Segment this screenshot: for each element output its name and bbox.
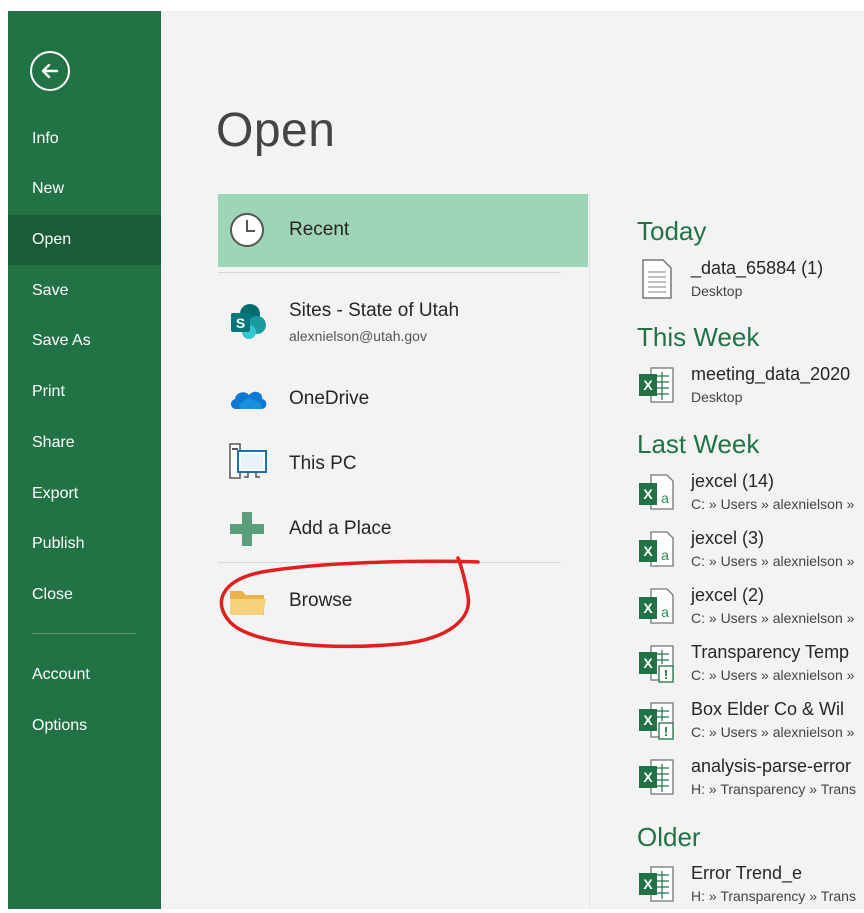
recent-file[interactable]: X Error Trend_e H: » Transparency » Tran… (637, 863, 864, 913)
nav-export[interactable]: Export (8, 469, 161, 519)
svg-text:a: a (661, 490, 669, 506)
excel-icon: X (637, 863, 679, 910)
svg-text:a: a (661, 547, 669, 563)
nav-options[interactable]: Options (8, 701, 161, 751)
nav-open[interactable]: Open (8, 215, 161, 265)
file-path: C: » Users » alexnielson » (691, 610, 855, 626)
nav-account[interactable]: Account (8, 650, 161, 700)
recent-file[interactable]: a X jexcel (14) C: » Users » alexnielson… (637, 471, 864, 521)
nav-save[interactable]: Save (8, 266, 161, 316)
file-path: C: » Users » alexnielson » (691, 496, 855, 512)
file-path: C: » Users » alexnielson » (691, 724, 855, 740)
divider (218, 272, 561, 273)
cloud-icon (228, 382, 268, 417)
file-name: meeting_data_2020 (691, 364, 851, 384)
recent-file[interactable]: _data_65884 (1) Desktop (637, 258, 864, 308)
svg-text:S: S (236, 315, 245, 331)
file-name: jexcel (3) (691, 528, 765, 548)
back-button[interactable] (30, 51, 70, 91)
file-path: H: » Transparency » Trans (691, 781, 856, 797)
location-label: Recent (289, 219, 350, 240)
excel-icon: X (637, 756, 679, 803)
divider (218, 562, 561, 563)
divider (589, 194, 590, 909)
svg-text:X: X (643, 712, 653, 728)
location-onedrive[interactable]: OneDrive (218, 376, 588, 421)
location-label: Sites - State of Utah (289, 300, 460, 321)
file-path: C: » Users » alexnielson » (691, 553, 855, 569)
recent-file[interactable]: X analysis-parse-error H: » Transparency… (637, 756, 864, 806)
recent-file[interactable]: X ! Transparency Temp C: » Users » alexn… (637, 642, 864, 692)
recent-file[interactable]: a X jexcel (3) C: » Users » alexnielson … (637, 528, 864, 578)
file-name: _data_65884 (1) (691, 258, 824, 278)
svg-text:X: X (643, 486, 653, 502)
excel-warning-icon: X ! (637, 699, 679, 746)
file-name: jexcel (2) (691, 585, 765, 605)
location-sites[interactable]: S Sites - State of Utah alexnielson@utah… (218, 296, 588, 356)
group-heading-last-week: Last Week (637, 429, 760, 459)
nav-publish[interactable]: Publish (8, 519, 161, 569)
text-file-icon (637, 258, 677, 305)
nav-share[interactable]: Share (8, 418, 161, 468)
file-name: Error Trend_e (691, 863, 803, 883)
location-browse[interactable]: Browse (218, 581, 588, 626)
excel-addin-icon: a X (637, 528, 679, 575)
location-label: Add a Place (289, 518, 392, 539)
location-account: alexnielson@utah.gov (289, 328, 427, 344)
excel-warning-icon: X ! (637, 642, 679, 689)
excel-addin-icon: a X (637, 471, 679, 518)
svg-text:X: X (643, 377, 653, 393)
excel-addin-icon: a X (637, 585, 679, 632)
nav-divider (32, 633, 136, 634)
location-label: This PC (289, 453, 357, 474)
location-label: Browse (289, 590, 353, 611)
page-title: Open (216, 104, 336, 157)
file-path: C: » Users » alexnielson » (691, 667, 855, 683)
svg-text:X: X (643, 769, 653, 785)
svg-text:!: ! (664, 724, 668, 739)
svg-text:X: X (643, 543, 653, 559)
excel-backstage-window: Info New Open Save Save As Print Share E… (0, 0, 864, 909)
file-name: jexcel (14) (691, 471, 775, 491)
open-pane: Open Recent S Sites - State of Utah alex… (161, 11, 864, 909)
nav-info[interactable]: Info (8, 114, 161, 164)
file-name: analysis-parse-error (691, 756, 852, 776)
clock-icon (228, 211, 266, 254)
location-label: OneDrive (289, 388, 370, 409)
excel-icon: X (637, 364, 679, 411)
location-this-pc[interactable]: This PC (218, 439, 588, 489)
group-heading-this-week: This Week (637, 322, 760, 352)
file-name: Transparency Temp (691, 642, 850, 662)
svg-text:!: ! (664, 667, 668, 682)
location-add-place[interactable]: Add a Place (218, 506, 588, 551)
location-recent[interactable]: Recent (218, 194, 588, 267)
nav-new[interactable]: New (8, 164, 161, 214)
backstage-sidebar: Info New Open Save Save As Print Share E… (8, 11, 161, 909)
nav-close[interactable]: Close (8, 570, 161, 620)
file-path: Desktop (691, 283, 743, 299)
folder-icon (228, 587, 268, 624)
group-heading-older: Older (637, 822, 701, 852)
nav-save-as[interactable]: Save As (8, 316, 161, 366)
svg-text:a: a (661, 604, 669, 620)
svg-text:X: X (643, 876, 653, 892)
computer-icon (228, 442, 270, 489)
svg-text:X: X (643, 600, 653, 616)
recent-file[interactable]: X meeting_data_2020 Desktop (637, 364, 864, 414)
recent-file[interactable]: a X jexcel (2) C: » Users » alexnielson … (637, 585, 864, 635)
nav-print[interactable]: Print (8, 367, 161, 417)
file-path: Desktop (691, 389, 743, 405)
group-heading-today: Today (637, 216, 707, 246)
svg-text:X: X (643, 655, 653, 671)
file-path: H: » Transparency » Trans (691, 888, 856, 904)
plus-icon (228, 510, 266, 553)
file-name: Box Elder Co & Wil (691, 699, 845, 719)
sharepoint-icon: S (228, 301, 268, 346)
back-arrow-icon (41, 63, 59, 79)
recent-file[interactable]: X ! Box Elder Co & Wil C: » Users » alex… (637, 699, 864, 749)
